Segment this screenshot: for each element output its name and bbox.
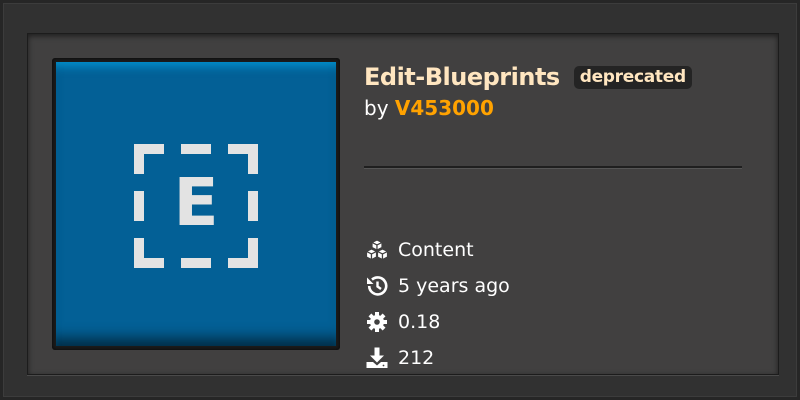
history-icon <box>367 276 388 296</box>
stat-updated: 5 years ago <box>364 274 510 298</box>
mod-thumbnail[interactable]: E <box>56 62 336 346</box>
by-label: by <box>364 96 389 120</box>
divider <box>364 166 742 168</box>
thumbnail-letter: E <box>173 164 218 241</box>
stat-category-label: Content <box>398 239 474 261</box>
deprecated-badge: deprecated <box>573 65 692 89</box>
mod-title[interactable]: Edit-Blueprints <box>364 63 560 91</box>
cubes-icon <box>365 239 389 261</box>
thumbnail-frame[interactable]: E <box>52 58 340 350</box>
author-link[interactable]: V453000 <box>395 96 494 120</box>
stat-version-label: 0.18 <box>398 311 441 333</box>
window-frame: E Edit-Blueprints deprecated by V453000 <box>0 0 800 400</box>
download-icon <box>366 347 388 368</box>
stat-downloads: 212 <box>364 346 434 370</box>
stat-version: 0.18 <box>364 310 440 334</box>
stat-updated-label: 5 years ago <box>398 275 510 297</box>
stat-category: Content <box>364 238 474 262</box>
gear-icon <box>367 312 387 332</box>
title-row: Edit-Blueprints deprecated <box>364 62 692 92</box>
stat-downloads-label: 212 <box>398 347 435 369</box>
dashed-frame-letter-e-icon: E <box>134 144 258 268</box>
mod-card[interactable]: E Edit-Blueprints deprecated by V453000 <box>27 33 779 375</box>
author-row: by V453000 <box>364 96 494 120</box>
mod-info: Edit-Blueprints deprecated by V453000 Co… <box>364 58 744 369</box>
